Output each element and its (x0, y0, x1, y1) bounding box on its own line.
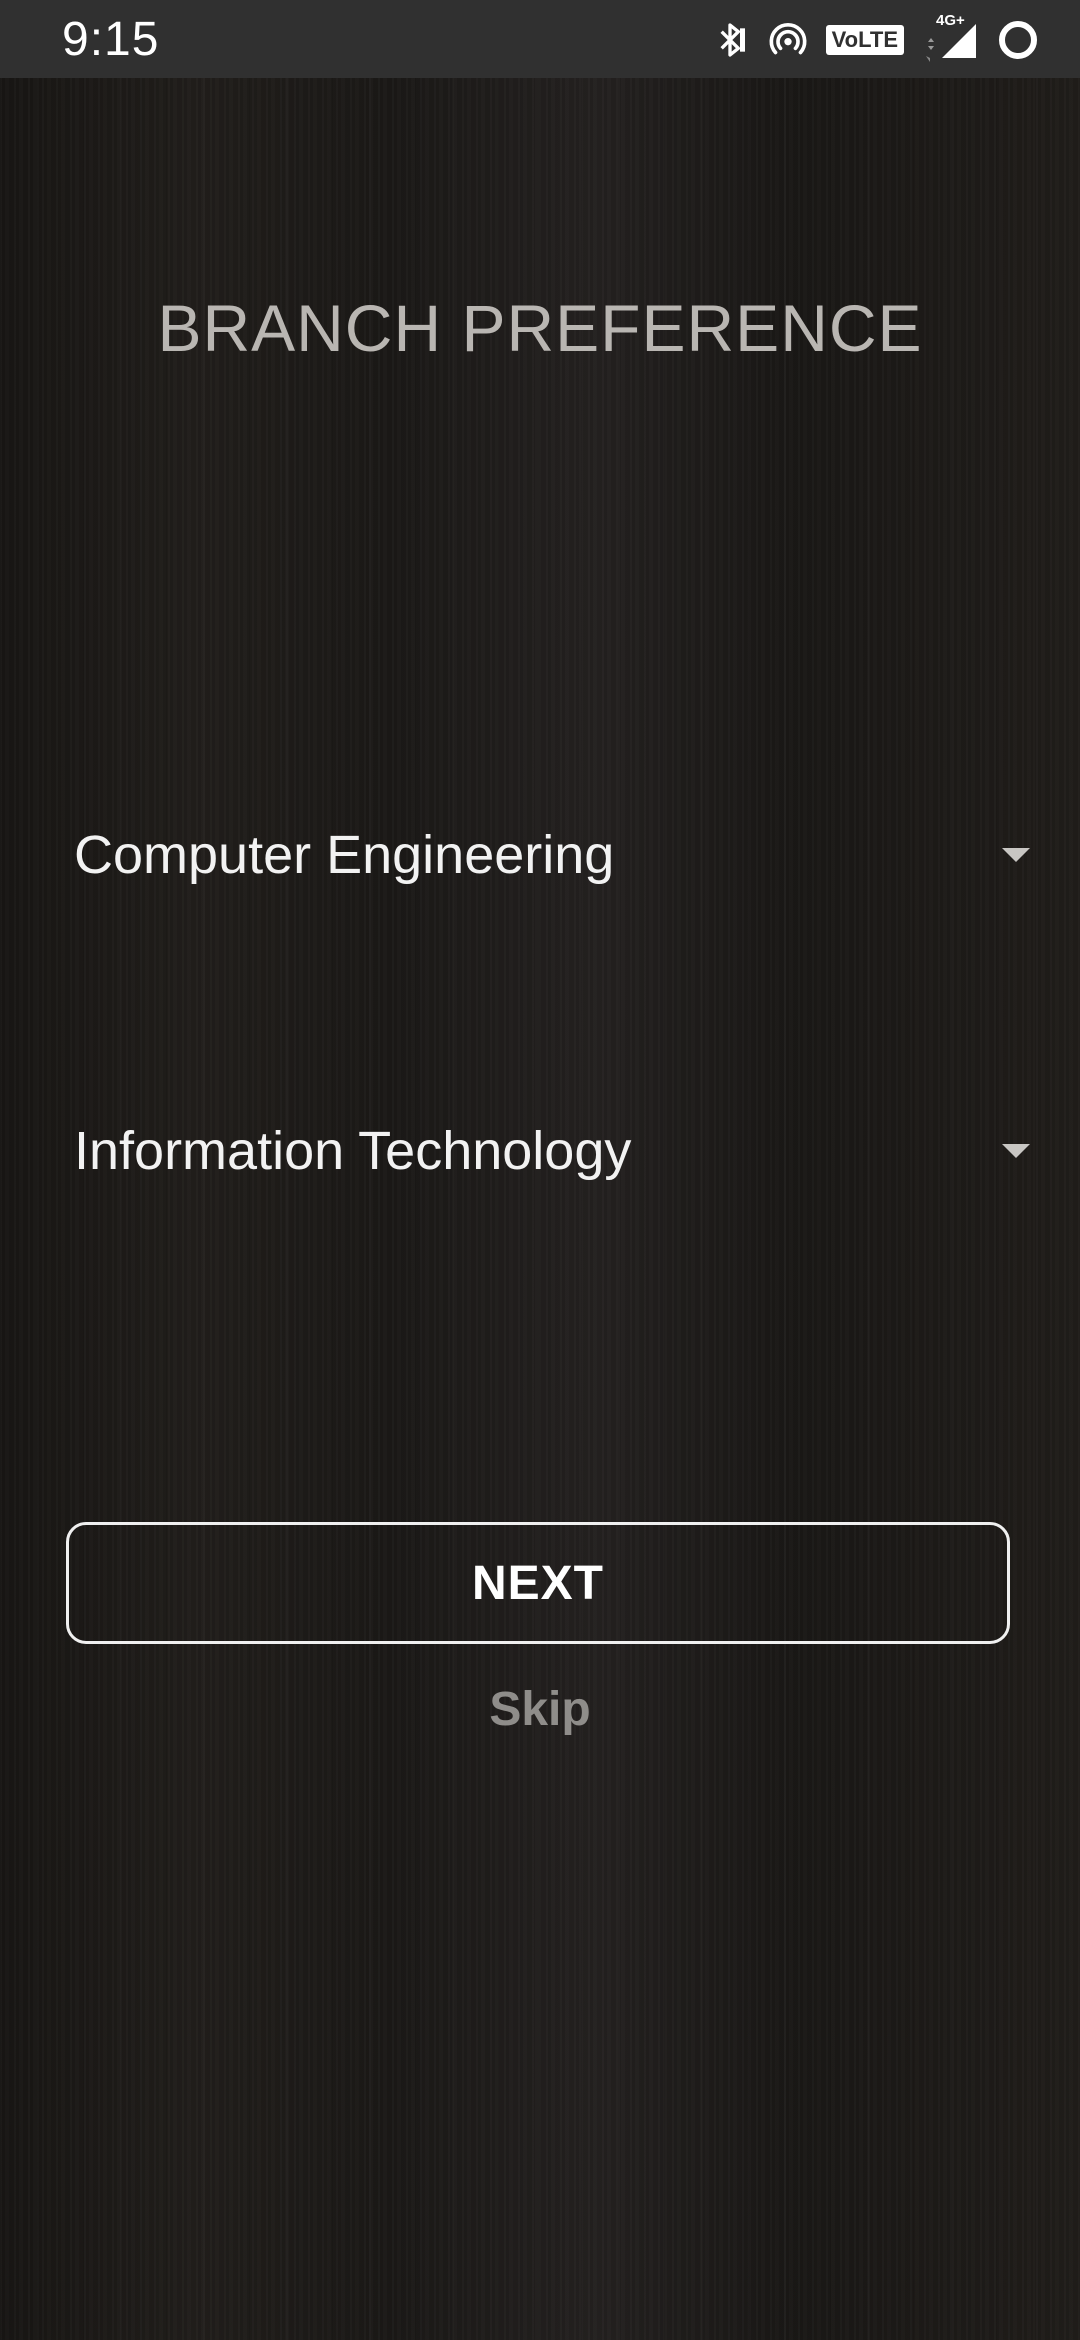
page-title: BRANCH PREFERENCE (157, 291, 923, 365)
battery-icon (996, 18, 1040, 62)
status-bar: 9:15 VoLTE 4G+ (0, 0, 1080, 78)
next-button[interactable]: NEXT (66, 1522, 1010, 1644)
dropdown-arrow-icon (1002, 1144, 1030, 1158)
status-icons: VoLTE 4G+ (710, 12, 1040, 62)
second-branch-value: Information Technology (74, 1121, 632, 1181)
volte-icon: VoLTE (825, 25, 904, 55)
bluetooth-icon (710, 20, 750, 60)
hotspot-icon (768, 20, 808, 60)
first-branch-value: Computer Engineering (74, 825, 615, 885)
status-time: 9:15 (62, 13, 160, 66)
second-branch-dropdown[interactable]: Information Technology (74, 1101, 1034, 1201)
skip-link[interactable]: Skip (0, 1680, 1080, 1740)
app-screen: 9:15 VoLTE 4G+ BRANCH PREFERENCE Compute… (0, 0, 1080, 2340)
signal-icon: 4G+ (922, 12, 978, 62)
network-type-label: 4G+ (936, 12, 965, 29)
first-branch-dropdown[interactable]: Computer Engineering (74, 805, 1034, 905)
dropdown-arrow-icon (1002, 848, 1030, 862)
